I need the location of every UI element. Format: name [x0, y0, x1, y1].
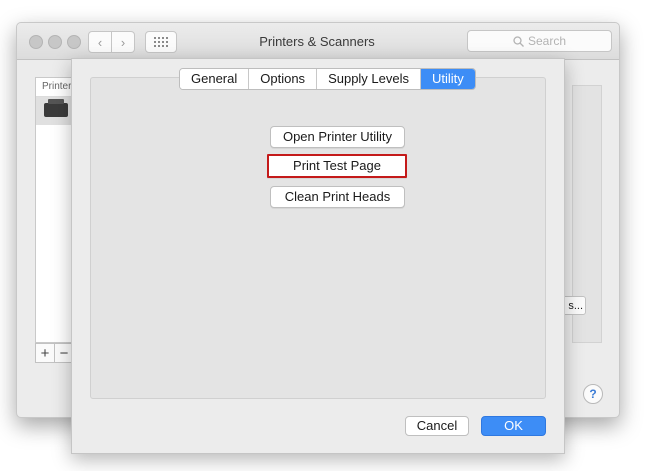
add-printer-button[interactable]: +: [35, 343, 55, 363]
printer-options-sheet: Open Printer Utility Print Test Page Cle…: [71, 58, 565, 454]
minimize-window-button[interactable]: [48, 35, 62, 49]
chevron-left-icon: ‹: [97, 34, 103, 50]
tab-options[interactable]: Options: [249, 69, 318, 89]
navigation-group: ‹ ›: [88, 31, 135, 53]
forward-button[interactable]: ›: [112, 31, 135, 53]
help-button[interactable]: ?: [583, 384, 603, 404]
show-all-button[interactable]: [145, 31, 177, 53]
printer-list-controls: + −: [35, 343, 74, 363]
chevron-right-icon: ›: [120, 34, 126, 50]
options-supplies-button[interactable]: s...: [562, 296, 586, 315]
tab-general[interactable]: General: [180, 69, 250, 89]
open-printer-utility-button[interactable]: Open Printer Utility: [270, 126, 405, 148]
close-window-button[interactable]: [29, 35, 43, 49]
search-field[interactable]: Search: [467, 30, 612, 52]
grid-icon: [154, 37, 168, 47]
search-placeholder: Search: [527, 34, 567, 48]
zoom-window-button[interactable]: [67, 35, 81, 49]
utility-content-box: Open Printer Utility Print Test Page Cle…: [90, 77, 546, 399]
printer-list-header: Printers: [36, 78, 76, 97]
printer-icon: [44, 99, 68, 117]
window-title: Printers & Scanners: [259, 34, 375, 49]
search-icon: [513, 35, 524, 47]
clean-print-heads-button[interactable]: Clean Print Heads: [270, 186, 405, 208]
cancel-button[interactable]: Cancel: [405, 416, 469, 436]
tab-supply-levels[interactable]: Supply Levels: [317, 69, 422, 89]
sheet-tab-bar: General Options Supply Levels Utility: [179, 68, 476, 90]
printer-list-item[interactable]: [36, 97, 76, 125]
ok-button[interactable]: OK: [481, 416, 546, 436]
back-button[interactable]: ‹: [88, 31, 112, 53]
print-test-page-button[interactable]: Print Test Page: [267, 154, 407, 178]
tab-utility[interactable]: Utility: [421, 69, 475, 89]
title-bar: ‹ › Printers & Scanners Search: [17, 23, 619, 60]
